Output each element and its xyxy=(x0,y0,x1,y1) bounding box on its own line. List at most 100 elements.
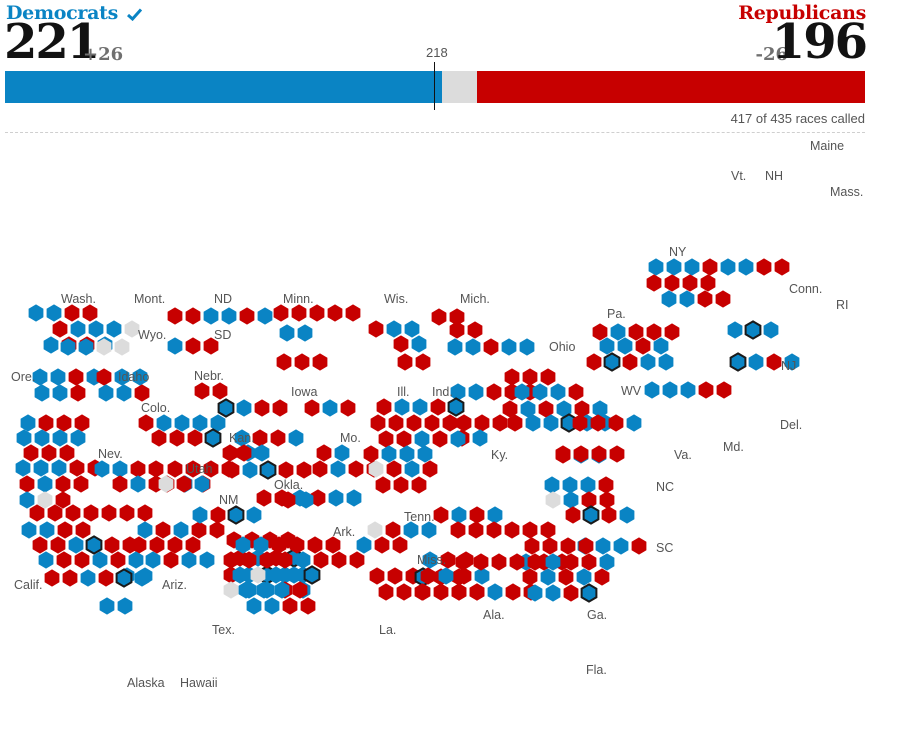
district-hex[interactable] xyxy=(130,475,146,493)
district-hex[interactable] xyxy=(433,506,449,524)
district-hex[interactable] xyxy=(173,521,189,539)
district-hex[interactable] xyxy=(404,320,420,338)
district-hex[interactable] xyxy=(609,445,625,463)
district-hex[interactable] xyxy=(386,460,402,478)
district-hex[interactable] xyxy=(300,597,316,615)
district-hex[interactable] xyxy=(70,384,86,402)
district-hex[interactable] xyxy=(375,476,391,494)
district-hex[interactable] xyxy=(39,521,55,539)
district-hex[interactable] xyxy=(504,368,520,386)
district-hex[interactable] xyxy=(519,338,535,356)
district-hex[interactable] xyxy=(433,583,449,601)
district-hex[interactable] xyxy=(430,398,446,416)
district-hex[interactable] xyxy=(522,521,538,539)
district-hex[interactable] xyxy=(467,321,483,339)
district-hex[interactable] xyxy=(221,307,237,325)
district-hex[interactable] xyxy=(257,307,273,325)
district-hex[interactable] xyxy=(74,414,90,432)
district-hex[interactable] xyxy=(411,476,427,494)
district-hex[interactable] xyxy=(558,568,574,586)
district-hex[interactable] xyxy=(599,553,615,571)
district-hex[interactable] xyxy=(148,460,164,478)
district-hex[interactable] xyxy=(720,258,736,276)
district-hex[interactable] xyxy=(101,504,117,522)
district-hex[interactable] xyxy=(104,536,120,554)
district-hex[interactable] xyxy=(544,476,560,494)
district-hex[interactable] xyxy=(134,384,150,402)
district-hex[interactable] xyxy=(715,290,731,308)
district-hex[interactable] xyxy=(424,414,440,432)
district-hex[interactable] xyxy=(763,321,779,339)
district-hex[interactable] xyxy=(396,583,412,601)
district-hex[interactable] xyxy=(576,568,592,586)
district-hex[interactable] xyxy=(415,353,431,371)
district-hex[interactable] xyxy=(50,536,66,554)
district-hex[interactable] xyxy=(592,323,608,341)
district-hex[interactable] xyxy=(472,429,488,447)
district-hex[interactable] xyxy=(666,258,682,276)
district-hex[interactable] xyxy=(601,506,617,524)
district-hex[interactable] xyxy=(167,307,183,325)
district-hex[interactable] xyxy=(608,414,624,432)
district-hex[interactable] xyxy=(626,414,642,432)
district-hex[interactable] xyxy=(393,335,409,353)
district-hex[interactable] xyxy=(748,353,764,371)
district-hex[interactable] xyxy=(69,459,85,477)
district-hex[interactable] xyxy=(411,335,427,353)
district-hex[interactable] xyxy=(449,321,465,339)
district-hex[interactable] xyxy=(684,258,700,276)
district-hex[interactable] xyxy=(28,304,44,322)
district-hex[interactable] xyxy=(155,521,171,539)
district-hex[interactable] xyxy=(254,399,270,417)
district-hex[interactable] xyxy=(613,537,629,555)
district-hex[interactable] xyxy=(96,368,112,386)
district-hex[interactable] xyxy=(545,491,561,509)
district-hex[interactable] xyxy=(37,475,53,493)
district-hex[interactable] xyxy=(334,444,350,462)
district-hex[interactable] xyxy=(487,506,503,524)
district-hex[interactable] xyxy=(41,444,57,462)
district-hex[interactable] xyxy=(116,384,132,402)
district-hex-flipped[interactable] xyxy=(729,352,747,372)
district-hex[interactable] xyxy=(47,504,63,522)
district-hex[interactable] xyxy=(368,320,384,338)
district-hex[interactable] xyxy=(610,323,626,341)
district-hex[interactable] xyxy=(19,491,35,509)
district-hex[interactable] xyxy=(212,382,228,400)
district-hex[interactable] xyxy=(167,536,183,554)
district-hex[interactable] xyxy=(450,521,466,539)
district-hex[interactable] xyxy=(504,521,520,539)
district-hex[interactable] xyxy=(38,414,54,432)
district-hex[interactable] xyxy=(486,383,502,401)
district-hex[interactable] xyxy=(664,274,680,292)
district-hex[interactable] xyxy=(661,290,677,308)
district-hex[interactable] xyxy=(59,444,75,462)
district-hex[interactable] xyxy=(580,476,596,494)
district-hex[interactable] xyxy=(396,430,412,448)
district-hex[interactable] xyxy=(628,323,644,341)
district-hex[interactable] xyxy=(112,460,128,478)
district-hex[interactable] xyxy=(276,353,292,371)
district-hex[interactable] xyxy=(52,429,68,447)
district-hex[interactable] xyxy=(392,536,408,554)
district-hex[interactable] xyxy=(29,504,45,522)
district-hex[interactable] xyxy=(487,583,503,601)
district-hex[interactable] xyxy=(664,323,680,341)
district-hex[interactable] xyxy=(465,338,481,356)
district-hex[interactable] xyxy=(631,537,647,555)
district-hex[interactable] xyxy=(345,304,361,322)
district-hex[interactable] xyxy=(223,581,239,599)
district-hex[interactable] xyxy=(282,597,298,615)
district-hex[interactable] xyxy=(210,506,226,524)
district-hex[interactable] xyxy=(700,274,716,292)
district-hex[interactable] xyxy=(404,460,420,478)
district-hex[interactable] xyxy=(119,504,135,522)
district-hex[interactable] xyxy=(456,414,472,432)
district-hex[interactable] xyxy=(644,381,660,399)
district-hex[interactable] xyxy=(378,430,394,448)
district-hex[interactable] xyxy=(522,368,538,386)
district-hex[interactable] xyxy=(540,568,556,586)
district-hex[interactable] xyxy=(203,307,219,325)
district-hex[interactable] xyxy=(114,338,130,356)
district-hex[interactable] xyxy=(447,338,463,356)
